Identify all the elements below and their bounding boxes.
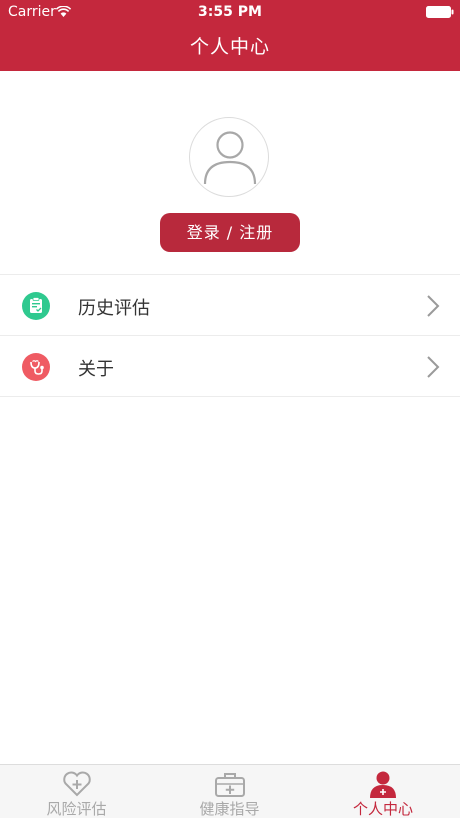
page-title: 个人中心 — [189, 36, 270, 58]
profile-plus-icon — [370, 771, 396, 798]
battery-icon — [426, 6, 454, 18]
status-bar: Carrier 3:55 PM — [0, 0, 460, 24]
chevron-right-icon — [427, 356, 440, 378]
tab-health-guidance[interactable]: 健康指导 — [153, 765, 306, 818]
menu-item-about[interactable]: 关于 — [0, 336, 460, 397]
avatar[interactable] — [189, 117, 269, 197]
tab-label: 个人中心 — [352, 800, 413, 818]
login-register-button[interactable]: 登录 / 注册 — [160, 213, 300, 252]
clipboard-icon — [22, 292, 50, 320]
clock: 3:55 PM — [198, 4, 262, 20]
tab-risk-assessment[interactable]: 风险评估 — [0, 765, 153, 818]
header: Carrier 3:55 PM 个人中心 — [0, 0, 460, 71]
tab-personal-center[interactable]: 个人中心 — [306, 765, 460, 818]
menu-list: 历史评估 关于 — [0, 274, 460, 397]
stethoscope-icon — [22, 353, 50, 381]
tab-label: 风险评估 — [46, 800, 107, 818]
person-icon — [203, 131, 257, 185]
chevron-right-icon — [427, 295, 440, 317]
medical-kit-icon — [214, 773, 245, 797]
menu-item-label: 历史评估 — [78, 298, 150, 319]
menu-item-label: 关于 — [78, 359, 114, 380]
tab-label: 健康指导 — [199, 800, 260, 818]
menu-item-history[interactable]: 历史评估 — [0, 275, 460, 336]
heart-plus-icon — [62, 771, 91, 797]
tab-bar: 风险评估 健康指导 个人中心 — [0, 764, 460, 818]
